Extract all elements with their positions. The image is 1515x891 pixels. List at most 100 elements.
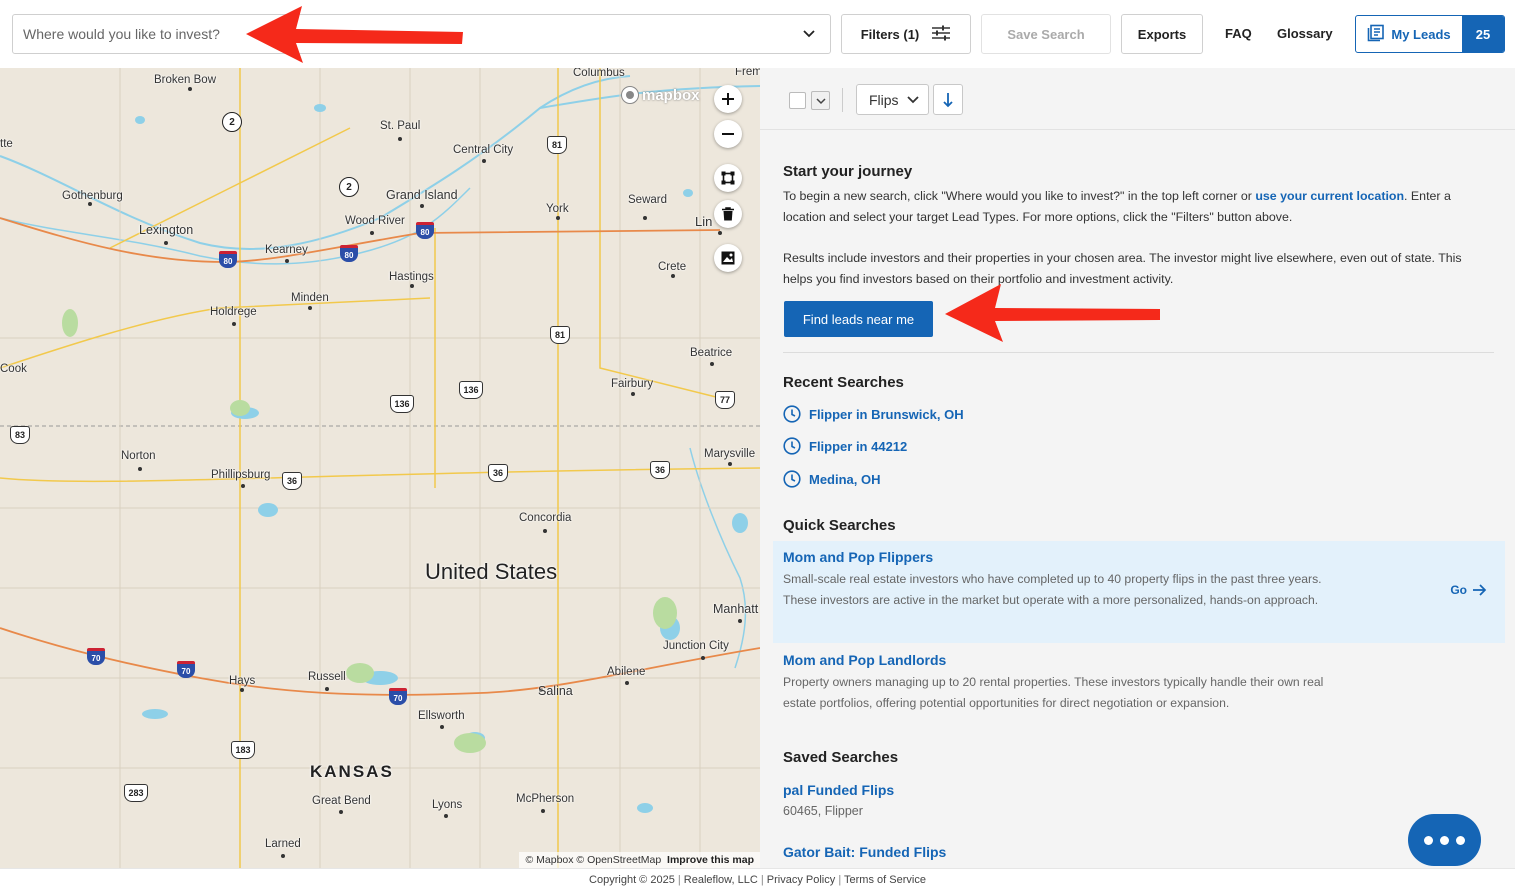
map-label: Cook: [0, 363, 27, 375]
map-view[interactable]: Broken Bow Columbus Frem St. Paul Centra…: [0, 68, 760, 868]
us-route-shield: 36: [282, 472, 302, 490]
sort-field-select[interactable]: Flips: [856, 84, 929, 115]
saved-search-subtitle: 60465, Flipper: [783, 804, 863, 818]
quick-searches-title: Quick Searches: [783, 517, 896, 534]
map-style-button[interactable]: [714, 244, 742, 272]
map-label: Larned: [265, 838, 301, 850]
chat-dot-icon: [1424, 835, 1433, 845]
map-label: Junction City: [663, 640, 729, 652]
save-search-button[interactable]: Save Search: [981, 14, 1111, 54]
clock-icon: [783, 470, 801, 488]
quick-search-item[interactable]: Mom and Pop Flippers Small-scale real es…: [773, 541, 1505, 643]
sliders-icon: [931, 25, 951, 44]
us-route-shield: 81: [550, 326, 570, 344]
select-options-dropdown[interactable]: [811, 91, 830, 110]
map-label: Central City: [453, 144, 514, 156]
map-label: Lin: [695, 214, 713, 229]
saved-search-title[interactable]: Gator Bait: Funded Flips: [783, 844, 946, 860]
map-label: St. Paul: [380, 120, 421, 132]
polygon-icon: [721, 171, 735, 185]
quick-search-title: Mom and Pop Landlords: [783, 652, 947, 668]
map-label: Minden: [291, 292, 329, 304]
map-label: Fairbury: [611, 378, 654, 390]
my-leads-label: My Leads: [1391, 26, 1451, 42]
results-toolbar: Flips: [760, 68, 1515, 130]
map-label: Norton: [121, 450, 156, 462]
us-route-shield: 77: [715, 391, 735, 409]
quick-search-description: Small-scale real estate investors who ha…: [783, 572, 1322, 607]
arrow-down-icon: [943, 92, 953, 107]
map-label: Grand Island: [386, 188, 458, 202]
chat-button[interactable]: [1408, 814, 1481, 866]
improve-map-link[interactable]: Improve this map: [667, 854, 754, 866]
top-bar: Filters (1) Save Search Exports FAQ Glos…: [0, 0, 1515, 68]
list-icon: [1367, 24, 1385, 45]
map-label: McPherson: [516, 793, 575, 805]
map-label: Lyons: [432, 799, 463, 811]
mapbox-logo-icon: [621, 86, 639, 104]
glossary-link[interactable]: Glossary: [1277, 26, 1333, 41]
map-label: Gothenburg: [62, 190, 123, 202]
exports-button[interactable]: Exports: [1121, 14, 1203, 54]
delete-shape-button[interactable]: [714, 200, 742, 228]
state-route-shield: 2: [222, 112, 242, 132]
zoom-out-button[interactable]: [714, 120, 742, 148]
clock-icon: [783, 437, 801, 455]
us-route-shield: 283: [124, 784, 148, 802]
map-label: Abilene: [607, 666, 646, 678]
image-icon: [721, 251, 735, 265]
footer: Copyright © 2025 | Realeflow, LLC | Priv…: [0, 868, 1515, 886]
mapbox-logo[interactable]: mapbox: [620, 85, 700, 105]
map-label: Seward: [628, 194, 667, 206]
draw-polygon-button[interactable]: [714, 164, 742, 192]
map-label: Concordia: [519, 512, 572, 524]
map-label: Frem: [735, 68, 760, 78]
recent-search-label: Medina, OH: [809, 471, 881, 487]
zoom-in-button[interactable]: [714, 85, 742, 113]
interstate-shield: 80: [219, 251, 237, 268]
state-route-shield: 2: [339, 177, 359, 197]
minus-icon: [722, 133, 734, 135]
faq-link[interactable]: FAQ: [1225, 26, 1252, 41]
map-label: Hays: [229, 675, 256, 687]
annotation-arrow-icon: [945, 284, 1160, 342]
recent-search-item[interactable]: Flipper in 44212: [783, 437, 907, 455]
my-leads-count: 25: [1462, 16, 1504, 52]
company-link[interactable]: Realeflow, LLC: [684, 874, 758, 886]
go-button[interactable]: Go: [1450, 583, 1487, 597]
journey-text-1: To begin a new search, click "Where woul…: [783, 186, 1483, 228]
chevron-down-icon[interactable]: [802, 26, 816, 45]
section-divider: [783, 352, 1494, 353]
annotation-arrow-icon: [246, 6, 463, 63]
quick-search-description: Property owners managing up to 20 rental…: [783, 675, 1324, 710]
journey-text-part: To begin a new search, click "Where woul…: [783, 189, 1256, 203]
recent-search-item[interactable]: Flipper in Brunswick, OH: [783, 405, 964, 423]
chevron-down-icon: [815, 97, 826, 104]
recent-search-item[interactable]: Medina, OH: [783, 470, 881, 488]
filters-label: Filters (1): [860, 26, 920, 42]
chat-dot-icon: [1440, 835, 1449, 845]
map-label: Hastings: [389, 271, 434, 283]
attribution-text[interactable]: © Mapbox © OpenStreetMap: [525, 854, 661, 866]
interstate-shield: 70: [389, 688, 407, 705]
my-leads-button[interactable]: My Leads 25: [1355, 15, 1505, 53]
interstate-shield: 70: [177, 661, 195, 678]
map-label: Marysville: [704, 448, 756, 460]
map-attribution: © Mapbox © OpenStreetMap Improve this ma…: [519, 852, 760, 868]
map-label: Russell: [308, 671, 346, 683]
quick-search-item[interactable]: Mom and Pop Landlords Property owners ma…: [773, 644, 1505, 734]
map-label: Kearney: [265, 244, 308, 256]
sort-direction-button[interactable]: [933, 84, 963, 115]
filters-button[interactable]: Filters (1): [841, 14, 971, 54]
map-label: Lexington: [139, 223, 194, 237]
map-label: York: [546, 203, 569, 215]
find-leads-button[interactable]: Find leads near me: [784, 301, 933, 337]
us-route-shield: 81: [547, 136, 567, 154]
terms-link[interactable]: Terms of Service: [844, 874, 926, 886]
current-location-link[interactable]: use your current location: [1255, 189, 1404, 203]
saved-search-title[interactable]: pal Funded Flips: [783, 782, 894, 798]
country-label: United States: [425, 559, 558, 584]
recent-search-label: Flipper in Brunswick, OH: [809, 406, 964, 422]
select-all-checkbox[interactable]: [789, 92, 806, 109]
privacy-policy-link[interactable]: Privacy Policy: [767, 874, 835, 886]
